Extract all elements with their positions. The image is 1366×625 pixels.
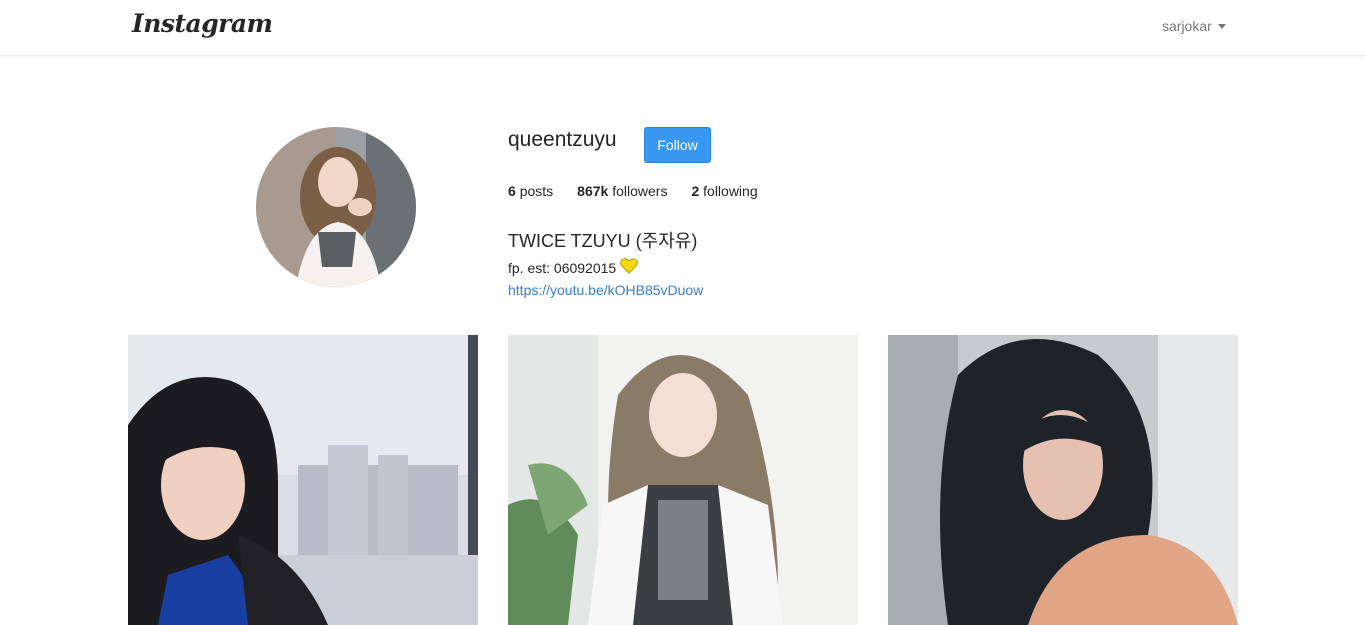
profile-full-name: TWICE TZUYU (주자유) (508, 231, 698, 251)
stat-following-label: following (703, 183, 758, 199)
photo-3-image (888, 335, 1238, 625)
photo-2-image (508, 335, 858, 625)
stat-followers[interactable]: 867k followers (577, 183, 667, 199)
instagram-logo[interactable]: Instagram (132, 9, 273, 38)
profile-website-link[interactable]: https://youtu.be/kOHB85vDuow (508, 282, 703, 298)
profile-bio-text: fp. est: 06092015 (508, 259, 617, 276)
yellow-heart-icon (620, 258, 639, 277)
stat-following-value: 2 (691, 183, 700, 199)
post-thumbnail-3[interactable] (888, 335, 1238, 625)
top-navbar: Instagram sarjokar (0, 0, 1366, 56)
post-thumbnail-1[interactable] (128, 335, 478, 625)
post-thumbnail-2[interactable] (508, 335, 858, 625)
caret-down-icon (1217, 24, 1226, 29)
posts-grid (128, 335, 1238, 625)
stat-posts[interactable]: 6 posts (508, 183, 553, 199)
stat-posts-value: 6 (508, 183, 516, 199)
profile-stats: 6 posts 867k followers 2 following (508, 183, 782, 199)
user-dropdown-label: sarjokar (1162, 18, 1212, 34)
profile-username: queentzuyu (508, 128, 617, 151)
photo-1-image (128, 335, 478, 625)
profile-bio: fp. est: 06092015 (508, 258, 639, 277)
follow-button[interactable]: Follow (644, 127, 711, 163)
stat-followers-label: followers (612, 183, 668, 199)
profile-avatar (256, 127, 416, 287)
stat-following[interactable]: 2 following (691, 183, 757, 199)
user-dropdown[interactable]: sarjokar (1162, 18, 1226, 34)
stat-followers-value: 867k (577, 183, 609, 199)
stat-posts-label: posts (519, 183, 554, 199)
